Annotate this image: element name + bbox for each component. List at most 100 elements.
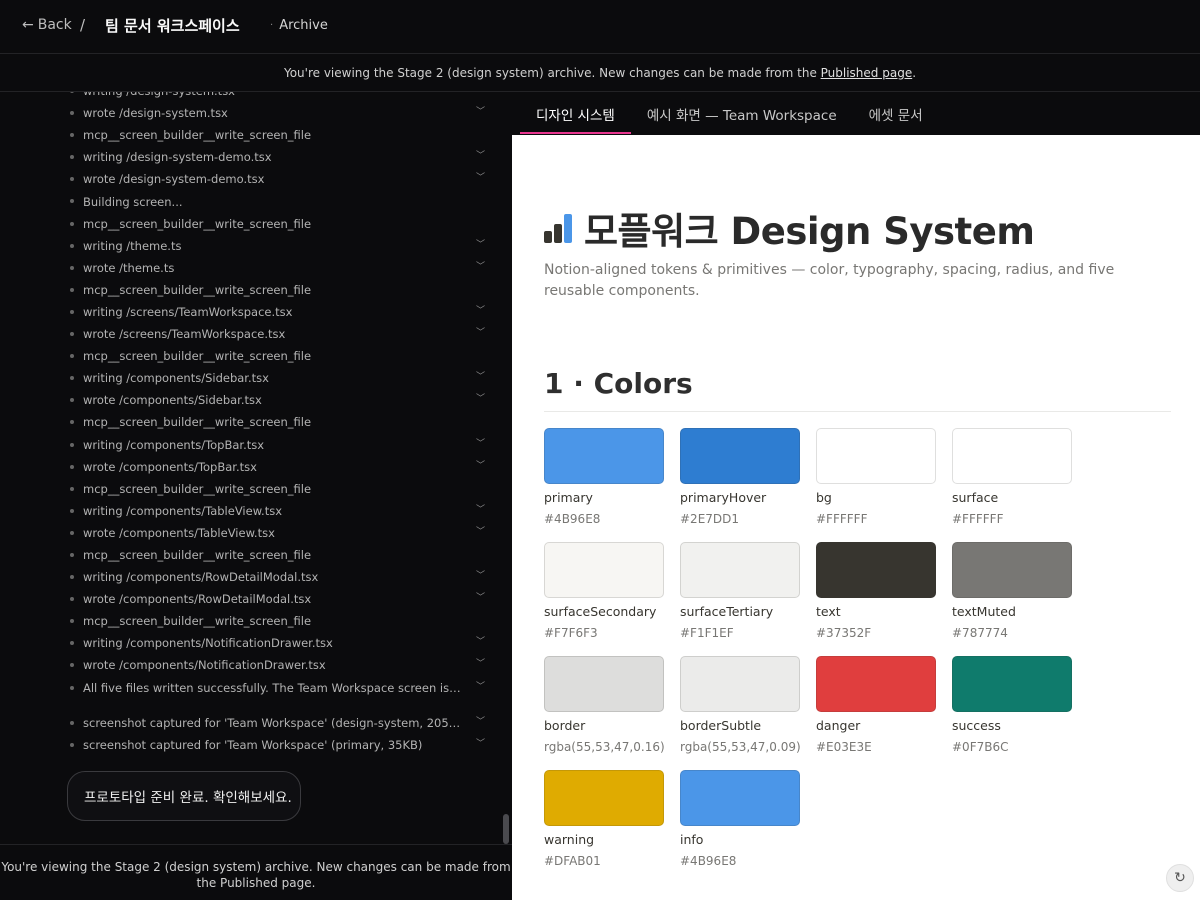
chevron-down-icon[interactable]: ﹀ (476, 656, 485, 669)
bullet-icon (70, 155, 74, 160)
log-item[interactable]: writing /components/TopBar.tsx ﹀ (0, 434, 512, 456)
log-item[interactable]: All five files written successfully. The… (0, 677, 512, 699)
log-item[interactable]: wrote /design-system.tsx ﹀ (0, 102, 512, 124)
log-item[interactable]: writing /screens/TeamWorkspace.tsx ﹀ (0, 301, 512, 323)
log-item[interactable]: writing /components/TableView.tsx ﹀ (0, 500, 512, 522)
log-item[interactable]: Building screen... (0, 190, 512, 212)
log-item-text: wrote /components/NotificationDrawer.tsx (83, 658, 326, 673)
chevron-down-icon[interactable]: ﹀ (476, 736, 485, 749)
log-item-text: Building screen... (83, 194, 183, 209)
activity-log-panel[interactable]: writing /design-system.tsx﹀wrote /design… (0, 92, 512, 844)
refresh-button[interactable]: ↻ (1166, 864, 1194, 892)
log-item[interactable]: mcp__screen_builder__write_screen_file (0, 279, 512, 301)
log-item-text: mcp__screen_builder__write_screen_file (83, 282, 312, 297)
bullet-icon (70, 111, 74, 116)
log-item-text: mcp__screen_builder__write_screen_file (83, 415, 312, 430)
bullet-icon (70, 177, 74, 182)
log-item[interactable]: writing /design-system.tsx ﹀ (0, 92, 512, 102)
chevron-down-icon[interactable]: ﹀ (476, 369, 485, 382)
swatch-name: warning (544, 832, 595, 847)
swatch-chip (544, 770, 664, 826)
log-item[interactable]: writing /design-system-demo.tsx ﹀ (0, 146, 512, 168)
log-item[interactable]: writing /components/NotificationDrawer.t… (0, 632, 512, 654)
bullet-icon (70, 287, 74, 292)
log-item[interactable]: wrote /design-system-demo.tsx ﹀ (0, 168, 512, 190)
log-item-text: mcp__screen_builder__write_screen_file (83, 548, 312, 563)
log-item[interactable]: mcp__screen_builder__write_screen_file (0, 213, 512, 235)
log-item[interactable]: writing /components/Sidebar.tsx ﹀ (0, 367, 512, 389)
swatch-chip (544, 542, 664, 598)
published-page-link[interactable]: Published page (821, 66, 913, 80)
log-item[interactable]: writing /theme.ts ﹀ (0, 235, 512, 257)
chevron-down-icon[interactable]: ﹀ (476, 568, 485, 581)
tab-asset-docs[interactable]: 에셋 문서 (853, 92, 939, 135)
bullet-icon (70, 464, 74, 469)
chevron-down-icon[interactable]: ﹀ (476, 436, 485, 449)
log-item[interactable]: screenshot captured for 'Team Workspace'… (0, 712, 512, 734)
chevron-down-icon[interactable]: ﹀ (476, 714, 485, 727)
chevron-down-icon[interactable]: ﹀ (476, 259, 485, 272)
chevron-down-icon[interactable]: ﹀ (476, 303, 485, 316)
archive-label: · Archive (270, 18, 328, 33)
swatch-value: #DFAB01 (544, 854, 601, 868)
chevron-down-icon[interactable]: ﹀ (476, 391, 485, 404)
bullet-icon (70, 354, 74, 359)
log-item-text: writing /components/Sidebar.tsx (83, 371, 269, 386)
bullet-icon (70, 376, 74, 381)
chevron-down-icon[interactable]: ﹀ (476, 502, 485, 515)
swatch-name: borderSubtle (680, 718, 762, 733)
bullet-icon (70, 685, 74, 690)
log-item[interactable]: mcp__screen_builder__write_screen_file (0, 544, 512, 566)
tab-example-screen[interactable]: 예시 화면 — Team Workspace (631, 92, 853, 135)
log-item[interactable]: wrote /components/Sidebar.tsx ﹀ (0, 389, 512, 411)
log-item-text: mcp__screen_builder__write_screen_file (83, 128, 312, 143)
log-item[interactable]: screenshot captured for 'Team Workspace'… (0, 734, 512, 756)
color-swatch-text: text #37352F (816, 542, 936, 656)
chevron-down-icon[interactable]: ﹀ (476, 104, 485, 117)
swatch-value: #F7F6F3 (544, 626, 598, 640)
swatch-name: success (952, 718, 1001, 733)
workspace-title[interactable]: 팀 문서 워크스페이스 (105, 15, 240, 36)
chevron-down-icon[interactable]: ﹀ (476, 634, 485, 647)
page-description: Notion-aligned tokens & primitives — col… (544, 262, 1115, 299)
swatch-chip (952, 542, 1072, 598)
chevron-down-icon[interactable]: ﹀ (476, 92, 485, 95)
swatch-chip (952, 428, 1072, 484)
bullet-icon (70, 619, 74, 624)
chevron-down-icon[interactable]: ﹀ (476, 524, 485, 537)
chevron-down-icon[interactable]: ﹀ (476, 148, 485, 161)
log-item[interactable]: mcp__screen_builder__write_screen_file (0, 610, 512, 632)
bar-chart-icon (544, 213, 572, 243)
chevron-down-icon[interactable]: ﹀ (476, 237, 485, 250)
chevron-down-icon[interactable]: ﹀ (476, 679, 485, 692)
log-item[interactable]: wrote /theme.ts ﹀ (0, 257, 512, 279)
swatch-name: primaryHover (680, 490, 767, 505)
chevron-down-icon[interactable]: ﹀ (476, 325, 485, 338)
log-item[interactable]: mcp__screen_builder__write_screen_file (0, 124, 512, 146)
log-item-text: screenshot captured for 'Team Workspace'… (83, 737, 423, 752)
tab-design-system[interactable]: 디자인 시스템 (520, 92, 631, 135)
log-item[interactable]: mcp__screen_builder__write_screen_file (0, 478, 512, 500)
banner-period: . (912, 66, 917, 80)
log-item[interactable]: wrote /components/TopBar.tsx ﹀ (0, 456, 512, 478)
scrollbar-thumb[interactable] (503, 814, 509, 844)
log-item[interactable]: wrote /components/RowDetailModal.tsx ﹀ (0, 588, 512, 610)
bullet-icon (70, 663, 74, 668)
log-item-text: writing /components/TableView.tsx (83, 503, 283, 518)
log-item[interactable]: mcp__screen_builder__write_screen_file (0, 411, 512, 433)
bullet-icon (70, 265, 74, 270)
chevron-down-icon[interactable]: ﹀ (476, 590, 485, 603)
color-swatch-border: border rgba(55,53,47,0.16) (544, 656, 665, 770)
chevron-down-icon[interactable]: ﹀ (476, 170, 485, 183)
color-swatch-primaryHover: primaryHover #2E7DD1 (680, 428, 800, 542)
log-item[interactable]: wrote /components/NotificationDrawer.tsx… (0, 654, 512, 676)
log-item[interactable]: writing /components/RowDetailModal.tsx ﹀ (0, 566, 512, 588)
chevron-down-icon[interactable]: ﹀ (476, 458, 485, 471)
log-item[interactable]: mcp__screen_builder__write_screen_file (0, 345, 512, 367)
back-button[interactable]: ← Back (22, 17, 72, 33)
color-swatch-borderSubtle: borderSubtle rgba(55,53,47,0.09) (680, 656, 801, 770)
swatch-value: rgba(55,53,47,0.16) (544, 740, 665, 754)
swatch-value: #FFFFFF (952, 512, 1004, 526)
log-item[interactable]: wrote /components/TableView.tsx ﹀ (0, 522, 512, 544)
log-item[interactable]: wrote /screens/TeamWorkspace.tsx ﹀ (0, 323, 512, 345)
